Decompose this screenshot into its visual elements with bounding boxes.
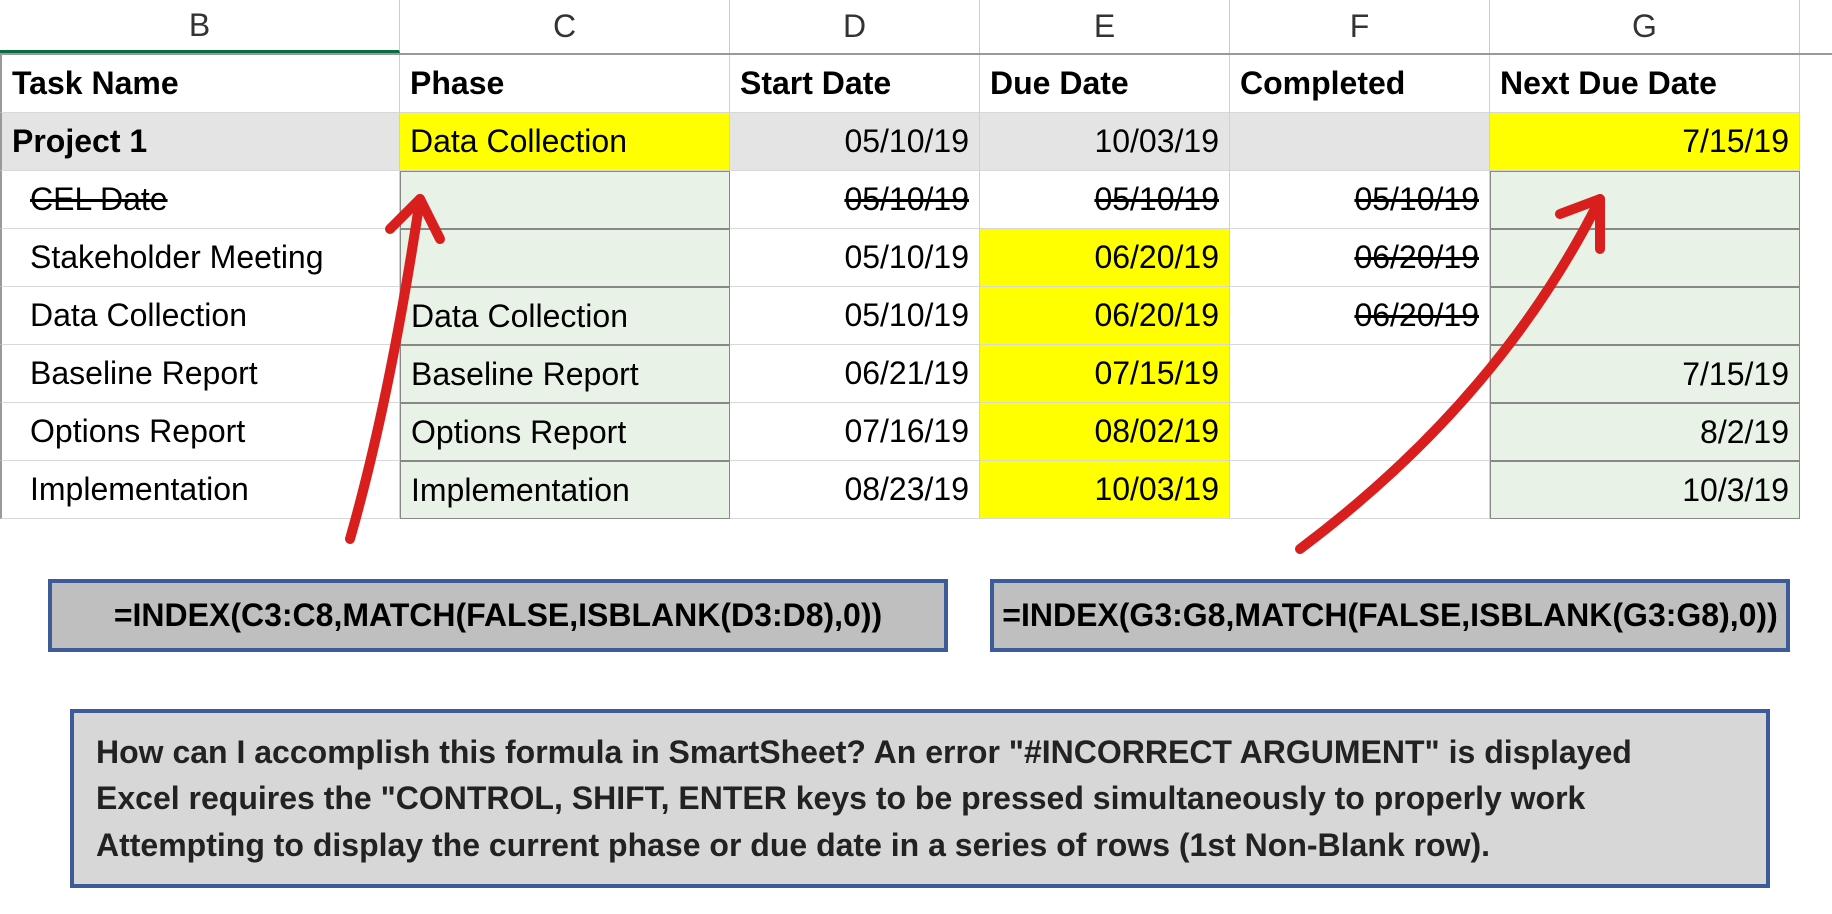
formula-left: =INDEX(C3:C8,MATCH(FALSE,ISBLANK(D3:D8),…	[48, 579, 948, 652]
col-header-f[interactable]: F	[1230, 0, 1490, 53]
spreadsheet: B C D E F G Task Name Phase Start Date D…	[0, 0, 1832, 519]
next-cell[interactable]	[1490, 171, 1800, 229]
table-row: Stakeholder Meeting05/10/1906/20/1906/20…	[0, 229, 1832, 287]
start-cell[interactable]: 05/10/19	[730, 287, 980, 345]
col-header-g[interactable]: G	[1490, 0, 1800, 53]
phase-cell[interactable]: Options Report	[400, 403, 730, 461]
start-cell[interactable]: 05/10/19	[730, 229, 980, 287]
next-cell[interactable]: 8/2/19	[1490, 403, 1800, 461]
phase-cell[interactable]: Implementation	[400, 461, 730, 519]
next-cell[interactable]	[1490, 229, 1800, 287]
header-due: Due Date	[980, 55, 1230, 113]
due-cell[interactable]: 08/02/19	[980, 403, 1230, 461]
summary-start[interactable]: 05/10/19	[730, 113, 980, 171]
task-cell[interactable]: Implementation	[0, 461, 400, 519]
phase-cell[interactable]: Data Collection	[400, 287, 730, 345]
summary-phase[interactable]: Data Collection	[400, 113, 730, 171]
col-header-b[interactable]: B	[0, 0, 400, 53]
task-cell[interactable]: CEL Date	[0, 171, 400, 229]
summary-due[interactable]: 10/03/19	[980, 113, 1230, 171]
task-cell[interactable]: Data Collection	[0, 287, 400, 345]
start-cell[interactable]: 06/21/19	[730, 345, 980, 403]
start-cell[interactable]: 07/16/19	[730, 403, 980, 461]
phase-cell[interactable]	[400, 171, 730, 229]
summary-name[interactable]: Project 1	[0, 113, 400, 171]
table-row: CEL Date05/10/1905/10/1905/10/19	[0, 171, 1832, 229]
due-cell[interactable]: 07/15/19	[980, 345, 1230, 403]
completed-cell[interactable]	[1230, 345, 1490, 403]
header-phase: Phase	[400, 55, 730, 113]
header-task: Task Name	[0, 55, 400, 113]
due-cell[interactable]: 10/03/19	[980, 461, 1230, 519]
table-row: Options ReportOptions Report07/16/1908/0…	[0, 403, 1832, 461]
start-cell[interactable]: 08/23/19	[730, 461, 980, 519]
question-box: How can I accomplish this formula in Sma…	[70, 709, 1770, 888]
next-cell[interactable]: 7/15/19	[1490, 345, 1800, 403]
task-cell[interactable]: Stakeholder Meeting	[0, 229, 400, 287]
completed-cell[interactable]	[1230, 403, 1490, 461]
summary-next[interactable]: 7/15/19	[1490, 113, 1800, 171]
question-line3: Attempting to display the current phase …	[96, 822, 1744, 868]
table-row: Baseline ReportBaseline Report06/21/1907…	[0, 345, 1832, 403]
completed-cell[interactable]: 05/10/19	[1230, 171, 1490, 229]
question-line1: How can I accomplish this formula in Sma…	[96, 729, 1744, 775]
completed-cell[interactable]: 06/20/19	[1230, 287, 1490, 345]
due-cell[interactable]: 06/20/19	[980, 229, 1230, 287]
table-row: ImplementationImplementation08/23/1910/0…	[0, 461, 1832, 519]
due-cell[interactable]: 06/20/19	[980, 287, 1230, 345]
summary-row: Project 1 Data Collection 05/10/19 10/03…	[0, 113, 1832, 171]
col-header-d[interactable]: D	[730, 0, 980, 53]
next-cell[interactable]: 10/3/19	[1490, 461, 1800, 519]
header-next: Next Due Date	[1490, 55, 1800, 113]
column-header-row: B C D E F G	[0, 0, 1832, 55]
col-header-e[interactable]: E	[980, 0, 1230, 53]
start-cell[interactable]: 05/10/19	[730, 171, 980, 229]
completed-cell[interactable]: 06/20/19	[1230, 229, 1490, 287]
header-completed: Completed	[1230, 55, 1490, 113]
summary-completed[interactable]	[1230, 113, 1490, 171]
task-cell[interactable]: Baseline Report	[0, 345, 400, 403]
phase-cell[interactable]: Baseline Report	[400, 345, 730, 403]
col-header-c[interactable]: C	[400, 0, 730, 53]
formula-right: =INDEX(G3:G8,MATCH(FALSE,ISBLANK(G3:G8),…	[990, 579, 1790, 652]
phase-cell[interactable]	[400, 229, 730, 287]
question-line2: Excel requires the "CONTROL, SHIFT, ENTE…	[96, 775, 1744, 821]
completed-cell[interactable]	[1230, 461, 1490, 519]
table-header-row: Task Name Phase Start Date Due Date Comp…	[0, 55, 1832, 113]
task-cell[interactable]: Options Report	[0, 403, 400, 461]
next-cell[interactable]	[1490, 287, 1800, 345]
due-cell[interactable]: 05/10/19	[980, 171, 1230, 229]
table-row: Data CollectionData Collection05/10/1906…	[0, 287, 1832, 345]
header-start: Start Date	[730, 55, 980, 113]
